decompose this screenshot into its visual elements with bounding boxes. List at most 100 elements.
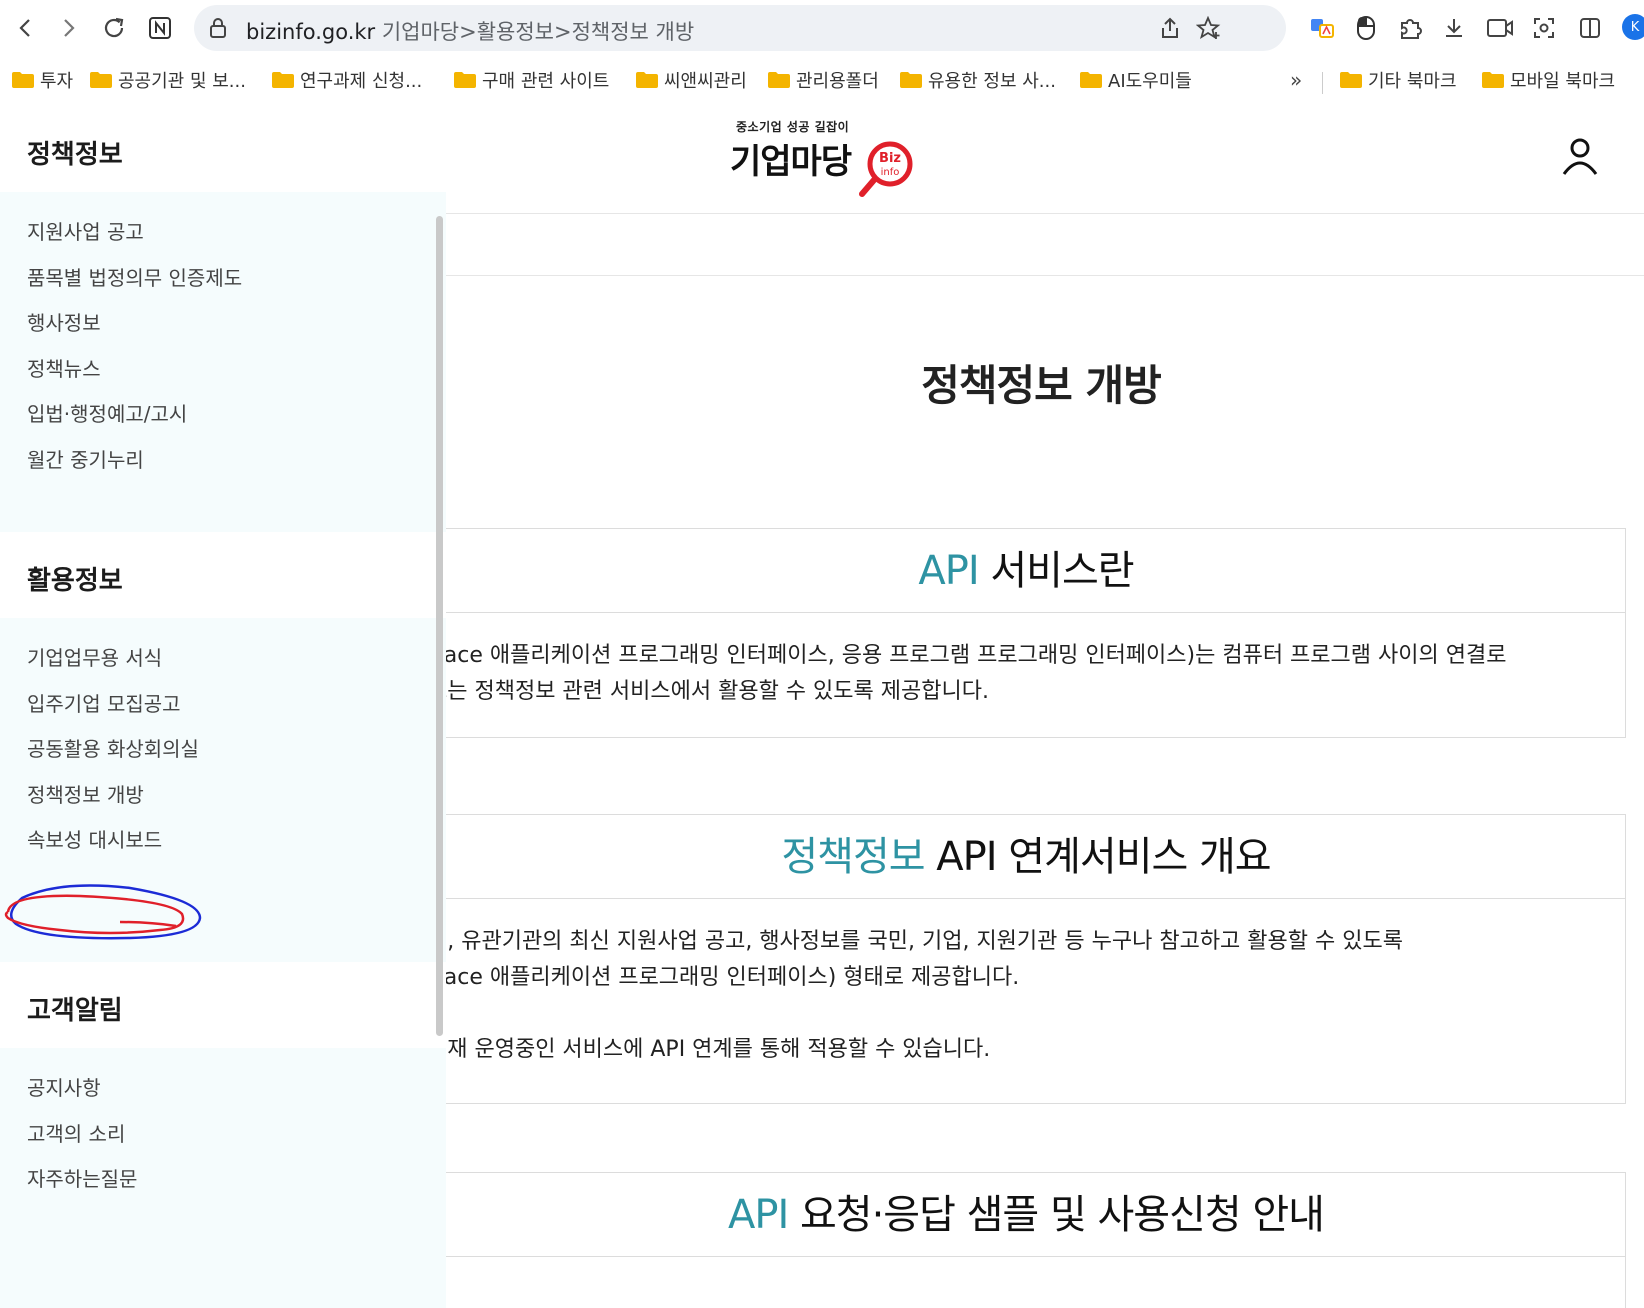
share-icon[interactable] [1158,16,1182,40]
bookmark-label: 관리용폴더 [796,71,879,92]
folder-icon [1340,72,1362,88]
profile-avatar[interactable]: K [1622,14,1644,40]
sub-navigation-bar [446,214,1644,276]
downloads-button[interactable] [1438,12,1470,44]
url-path: 기업마당>활용정보>정책정보 개방 [375,20,695,44]
card-title-rest: 서비스란 [978,548,1134,594]
logo-tagline: 중소기업 성공 길잡이 [736,120,850,134]
folder-icon [636,72,658,88]
bookmark-label: 투자 [40,71,74,92]
sidebar-item[interactable]: 월간 중기누리 [27,444,144,473]
mobile-bookmarks-folder[interactable]: 모바일 북마크 [1482,66,1615,94]
sidebar-item[interactable]: 자주하는질문 [27,1163,137,1192]
side-panel-button[interactable] [1574,12,1606,44]
chevron-right-icon [64,19,75,37]
screenshot-button[interactable] [1528,12,1560,44]
download-icon [1446,19,1462,37]
card-text-line: rface 애플리케이션 프로그래밍 인터페이스) 형태로 제공합니다. [446,965,1020,990]
card-text-line: 현재 운영중인 서비스에 API 연계를 통해 적용할 수 있습니다. [446,1037,991,1062]
card-text-line: rface 애플리케이션 프로그래밍 인터페이스, 응용 프로그램 프로그래밍 … [446,643,1507,668]
translate-extension-button[interactable] [1306,12,1338,44]
bookmark-label: 기타 북마크 [1368,71,1457,92]
bookmark-star-icon[interactable] [1196,16,1222,40]
mouse-icon [1357,16,1375,40]
url-text[interactable]: bizinfo.go.kr 기업마당>활용정보>정책정보 개방 [246,16,694,46]
logo-name: 기업마당 [730,142,852,182]
site-logo[interactable]: 중소기업 성공 길잡이 기업마당 Biz info [728,118,928,198]
bookmark-folder[interactable]: AI도우미들 [1080,66,1192,94]
sidebar-item[interactable]: 지원사업 공고 [27,216,144,245]
folder-icon [1482,72,1504,88]
bookmark-folder[interactable]: 관리용폴더 [768,66,879,94]
sidebar-section-header[interactable]: 정책정보 [0,106,446,192]
sidebar-item[interactable]: 입주기업 모집공고 [27,688,181,717]
sidebar-section-header[interactable]: 고객알림 [0,962,446,1048]
folder-icon [90,72,112,88]
bookmark-label: 모바일 북마크 [1510,71,1616,92]
reload-button[interactable] [96,10,132,46]
api-overview-card: 정책정보 API 연계서비스 개요 체, 유관기관의 최신 지원사업 공고, 행… [446,814,1626,1104]
sidebar-item[interactable]: 공동활용 화상회의실 [27,733,199,762]
sidebar-section-body: 지원사업 공고 품목별 법정의무 인증제도 행사정보 정책뉴스 입법·행정예고/… [0,192,446,532]
puzzle-icon [1401,19,1422,39]
sidebar-section-title: 활용정보 [27,566,123,596]
notion-extension-button[interactable] [142,10,178,46]
folder-icon [768,72,790,88]
chevron-left-icon [19,19,30,37]
reload-icon [104,17,124,38]
forward-button[interactable] [50,10,86,46]
sidebar-item[interactable]: 기업업무용 서식 [27,642,162,671]
browser-toolbar: bizinfo.go.kr 기업마당>활용정보>정책정보 개방 K [0,0,1644,56]
api-sample-card: API 요청·응답 샘플 및 사용신청 안내 [446,1172,1626,1308]
bookmark-folder[interactable]: 유용한 정보 사... [900,66,1056,94]
other-bookmarks-folder[interactable]: 기타 북마크 [1340,66,1457,94]
sidebar-scrollbar[interactable] [436,216,443,1036]
side-panel-icon [1580,18,1600,38]
user-icon[interactable] [1560,136,1600,178]
card-title-accent: 정책정보 [781,834,925,880]
main-content: 중소기업 성공 길잡이 기업마당 Biz info 정책정보 개방 API 서비… [446,106,1644,1308]
sidebar-item[interactable]: 정책뉴스 [27,353,101,382]
back-button[interactable] [8,10,44,46]
sidebar-section-header[interactable]: 활용정보 [0,532,446,618]
sidebar-item[interactable]: 공지사항 [27,1072,101,1101]
bookmark-folder[interactable]: 공공기관 및 보... [90,66,246,94]
screenshot-icon [1534,18,1554,38]
bookmark-folder[interactable]: 투자 [12,66,73,94]
card-title-rest: API 연계서비스 개요 [924,834,1271,880]
card-title-rest: 요청·응답 샘플 및 사용신청 안내 [788,1192,1325,1238]
translate-icon [1311,19,1334,38]
sidebar-item[interactable]: 속보성 대시보드 [27,824,162,853]
more-bookmarks-button[interactable]: » [1290,68,1302,92]
card-title-accent: API [728,1192,789,1238]
screen-record-button[interactable] [1484,12,1516,44]
bookmark-folder[interactable]: 구매 관련 사이트 [454,66,609,94]
lock-icon[interactable] [208,17,228,39]
bookmark-folder[interactable]: 씨앤씨관리 [636,66,747,94]
card-text-line: 또는 정책정보 관련 서비스에서 활용할 수 있도록 제공합니다. [446,679,989,704]
folder-icon [1080,72,1102,88]
card-title: API 요청·응답 샘플 및 사용신청 안내 [446,1173,1625,1257]
sidebar-item[interactable]: 고객의 소리 [27,1118,125,1147]
bookmarks-bar: 투자 공공기관 및 보... 연구과제 신청... 구매 관련 사이트 씨앤씨관… [0,56,1644,104]
sidebar-item[interactable]: 행사정보 [27,307,101,336]
sidebar-item[interactable]: 품목별 법정의무 인증제도 [27,262,242,291]
extensions-button[interactable] [1394,12,1426,44]
sidebar-item[interactable]: 입법·행정예고/고시 [27,398,187,427]
sidebar-section-title: 고객알림 [27,996,123,1026]
bizinfo-magnifier-icon: Biz info [859,141,913,197]
video-camera-icon [1487,19,1513,37]
url-host: bizinfo.go.kr [246,20,376,44]
sidebar-item-policy-open[interactable]: 정책정보 개방 [27,779,144,808]
address-bar[interactable]: bizinfo.go.kr 기업마당>활용정보>정책정보 개방 [194,5,1286,51]
logo-badge-top: Biz [879,151,901,166]
bookmark-label: 씨앤씨관리 [664,71,747,92]
folder-icon [272,72,294,88]
bookmark-label: 유용한 정보 사... [928,71,1056,92]
card-title: API 서비스란 [446,529,1625,613]
mouse-extension-button[interactable] [1350,12,1382,44]
bookmark-separator [1322,72,1323,94]
card-title: 정책정보 API 연계서비스 개요 [446,815,1625,899]
bookmark-folder[interactable]: 연구과제 신청... [272,66,422,94]
folder-icon [900,72,922,88]
